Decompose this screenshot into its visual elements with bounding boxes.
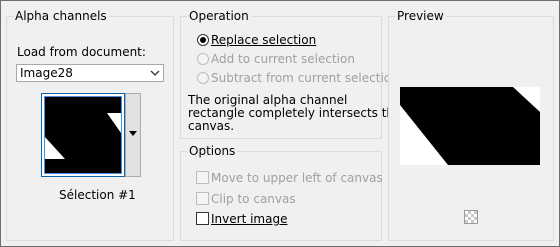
clip-to-canvas-label[interactable]: Clip to canvas [211,192,296,206]
chevron-down-icon [150,70,160,76]
move-upper-left-checkbox[interactable] [196,171,209,184]
add-to-selection-text: Add to current selection [211,52,355,66]
add-to-selection-radio[interactable] [197,53,209,65]
intersect-message-line1: The original alpha channel [188,93,348,107]
move-upper-left-label[interactable]: Move to upper left of canvas [211,171,383,185]
subtract-from-selection-text: Subtract from current selection [211,71,399,85]
replace-selection-text: Replace selection [211,33,317,47]
invert-image-text: Invert image [211,212,288,226]
replace-selection-label[interactable]: Replace selection [211,33,316,47]
subtract-from-selection-label[interactable]: Subtract from current selection [211,71,399,85]
intersect-message-line3: canvas. [188,119,235,133]
thumbnail-shape-icon [45,97,121,173]
operation-legend: Operation [187,9,251,23]
intersect-message-line2: rectangle completely intersects the [188,106,402,120]
preview-shape-icon [400,87,540,165]
selection-name-label: Sélection #1 [59,188,136,202]
preview-image [400,87,540,165]
clip-to-canvas-checkbox[interactable] [196,192,209,205]
invert-image-checkbox[interactable] [196,212,209,225]
alpha-channel-thumbnail-image [44,96,122,174]
document-select[interactable]: Image28 [16,64,164,82]
invert-image-label[interactable]: Invert image [211,212,287,226]
preview-legend: Preview [395,9,446,23]
move-upper-left-text: Move to upper left of canvas [211,171,383,185]
alpha-channel-thumbnail[interactable] [41,93,125,177]
alpha-channels-legend: Alpha channels [13,9,109,23]
caret-down-icon [129,131,137,136]
load-from-document-text: Load from document: [17,45,146,59]
add-to-selection-label[interactable]: Add to current selection [211,52,355,66]
replace-selection-radio[interactable] [197,34,209,46]
clip-to-canvas-text: Clip to canvas [211,192,296,206]
document-select-value: Image28 [20,66,73,80]
load-from-document-label: Load from document: [17,45,146,59]
transparency-toggle-icon[interactable] [464,210,478,224]
options-legend: Options [187,144,238,158]
subtract-from-selection-radio[interactable] [197,72,209,84]
thumbnail-dropdown-button[interactable] [125,93,141,177]
radio-selected-dot [200,37,206,43]
